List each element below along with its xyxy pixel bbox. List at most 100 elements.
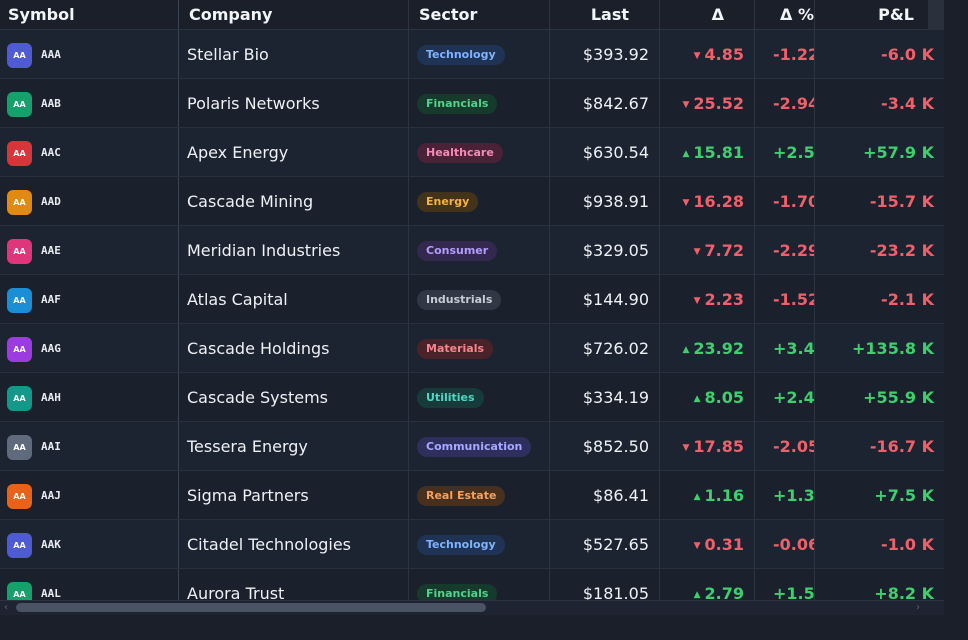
table-row[interactable]: AA AAJ Sigma Partners Real Estate $86.41…	[0, 471, 944, 520]
header-symbol[interactable]: Symbol	[8, 0, 75, 30]
last-price-cell: $329.05	[582, 241, 649, 260]
caret-down-icon: ▼	[682, 198, 690, 208]
delta-pct-cell: +1.57	[755, 569, 814, 600]
delta-value: 15.81	[693, 143, 744, 162]
col-divider	[408, 79, 409, 127]
table-row[interactable]: AA AAA Stellar Bio Technology $393.92 ▼ 4…	[0, 30, 944, 79]
table-row[interactable]: AA AAC Apex Energy Healthcare $630.54 ▲ 1…	[0, 128, 944, 177]
header-pnl[interactable]: P&L	[815, 0, 914, 30]
sector-badge: Energy	[417, 192, 479, 212]
table-row[interactable]: AA AAE Meridian Industries Consumer $329…	[0, 226, 944, 275]
symbol-cell: AAK	[41, 538, 61, 551]
avatar: AA	[7, 435, 32, 460]
caret-down-icon: ▼	[693, 541, 701, 551]
last-price-cell: $144.90	[582, 290, 649, 309]
scroll-left-arrow-icon[interactable]: ‹	[4, 601, 8, 615]
pnl-cell: -3.4 K	[881, 94, 934, 113]
delta-value: 2.79	[704, 584, 744, 600]
delta-pct-value: -2.05	[773, 437, 814, 456]
table-row[interactable]: AA AAK Citadel Technologies Technology $…	[0, 520, 944, 569]
delta-pct-value: +2.47	[773, 388, 814, 407]
delta-value: 23.92	[693, 339, 744, 358]
pnl-cell: -15.7 K	[869, 192, 934, 211]
avatar: AA	[7, 190, 32, 215]
table-row[interactable]: AA AAI Tessera Energy Communication $852…	[0, 422, 944, 471]
col-divider	[408, 520, 409, 568]
delta-pct-value: -1.70	[773, 192, 814, 211]
delta-value: 25.52	[693, 94, 744, 113]
caret-up-icon: ▲	[682, 345, 690, 355]
delta-pct-cell: -0.06	[755, 520, 814, 569]
header-col-divider	[814, 0, 815, 29]
table-row[interactable]: AA AAG Cascade Holdings Materials $726.0…	[0, 324, 944, 373]
header-last[interactable]: Last	[550, 0, 629, 30]
company-cell: Cascade Systems	[187, 388, 328, 407]
delta-pct-cell: +2.47	[755, 373, 814, 422]
delta-value: 17.85	[693, 437, 744, 456]
delta-cell: ▲ 1.16	[660, 471, 744, 520]
sector-badge: Consumer	[417, 241, 498, 261]
last-price-cell: $938.91	[582, 192, 649, 211]
table-row[interactable]: AA AAL Aurora Trust Financials $181.05 ▲…	[0, 569, 944, 600]
sector-badge: Materials	[417, 339, 494, 359]
delta-cell: ▼ 0.31	[660, 520, 744, 569]
col-divider	[408, 324, 409, 372]
avatar: AA	[7, 92, 32, 117]
scrollbar-thumb[interactable]	[16, 603, 486, 612]
caret-down-icon: ▼	[693, 51, 701, 61]
last-price-cell: $726.02	[582, 339, 649, 358]
last-price-cell: $527.65	[582, 535, 649, 554]
table-row[interactable]: AA AAF Atlas Capital Industrials $144.90…	[0, 275, 944, 324]
col-divider	[178, 324, 179, 372]
pnl-cell: -23.2 K	[869, 241, 934, 260]
caret-up-icon: ▲	[693, 394, 701, 404]
delta-cell: ▲ 15.81	[660, 128, 744, 177]
symbol-cell: AAL	[41, 587, 61, 600]
avatar: AA	[7, 582, 32, 600]
last-price-cell: $86.41	[593, 486, 649, 505]
table-row[interactable]: AA AAD Cascade Mining Energy $938.91 ▼ 16…	[0, 177, 944, 226]
symbol-cell: AAF	[41, 293, 61, 306]
delta-pct-cell: -2.29	[755, 226, 814, 275]
company-cell: Atlas Capital	[187, 290, 288, 309]
last-price-cell: $393.92	[582, 45, 649, 64]
horizontal-scrollbar[interactable]: ‹ ›	[0, 600, 944, 615]
delta-value: 4.85	[704, 45, 744, 64]
col-divider	[408, 226, 409, 274]
col-divider	[408, 373, 409, 421]
header-col-divider	[178, 0, 179, 29]
table-row[interactable]: AA AAB Polaris Networks Financials $842.…	[0, 79, 944, 128]
header-delta-pct[interactable]: Δ %	[755, 0, 814, 30]
scroll-right-arrow-icon[interactable]: ›	[916, 601, 920, 615]
company-cell: Polaris Networks	[187, 94, 320, 113]
col-divider	[408, 30, 409, 78]
col-divider	[178, 422, 179, 470]
delta-pct-cell: -1.70	[755, 177, 814, 226]
header-delta[interactable]: Δ	[660, 0, 724, 30]
col-divider	[178, 520, 179, 568]
delta-value: 2.23	[704, 290, 744, 309]
symbol-cell: AAI	[41, 440, 61, 453]
sector-badge: Utilities	[417, 388, 484, 408]
col-divider	[178, 226, 179, 274]
delta-pct-cell: -1.22	[755, 30, 814, 79]
col-divider	[408, 275, 409, 323]
company-cell: Sigma Partners	[187, 486, 309, 505]
delta-value: 1.16	[704, 486, 744, 505]
delta-cell: ▼ 25.52	[660, 79, 744, 128]
delta-value: 8.05	[704, 388, 744, 407]
header-sector[interactable]: Sector	[419, 0, 477, 30]
last-price-cell: $630.54	[582, 143, 649, 162]
delta-cell: ▲ 23.92	[660, 324, 744, 373]
last-price-cell: $842.67	[582, 94, 649, 113]
delta-value: 16.28	[693, 192, 744, 211]
header-company[interactable]: Company	[189, 0, 272, 30]
delta-pct-value: +3.41	[773, 339, 814, 358]
delta-cell: ▼ 16.28	[660, 177, 744, 226]
table-row[interactable]: AA AAH Cascade Systems Utilities $334.19…	[0, 373, 944, 422]
header-col-divider	[549, 0, 550, 29]
last-price-cell: $181.05	[582, 584, 649, 600]
company-cell: Cascade Mining	[187, 192, 314, 211]
delta-pct-cell: +1.36	[755, 471, 814, 520]
caret-down-icon: ▼	[682, 443, 690, 453]
